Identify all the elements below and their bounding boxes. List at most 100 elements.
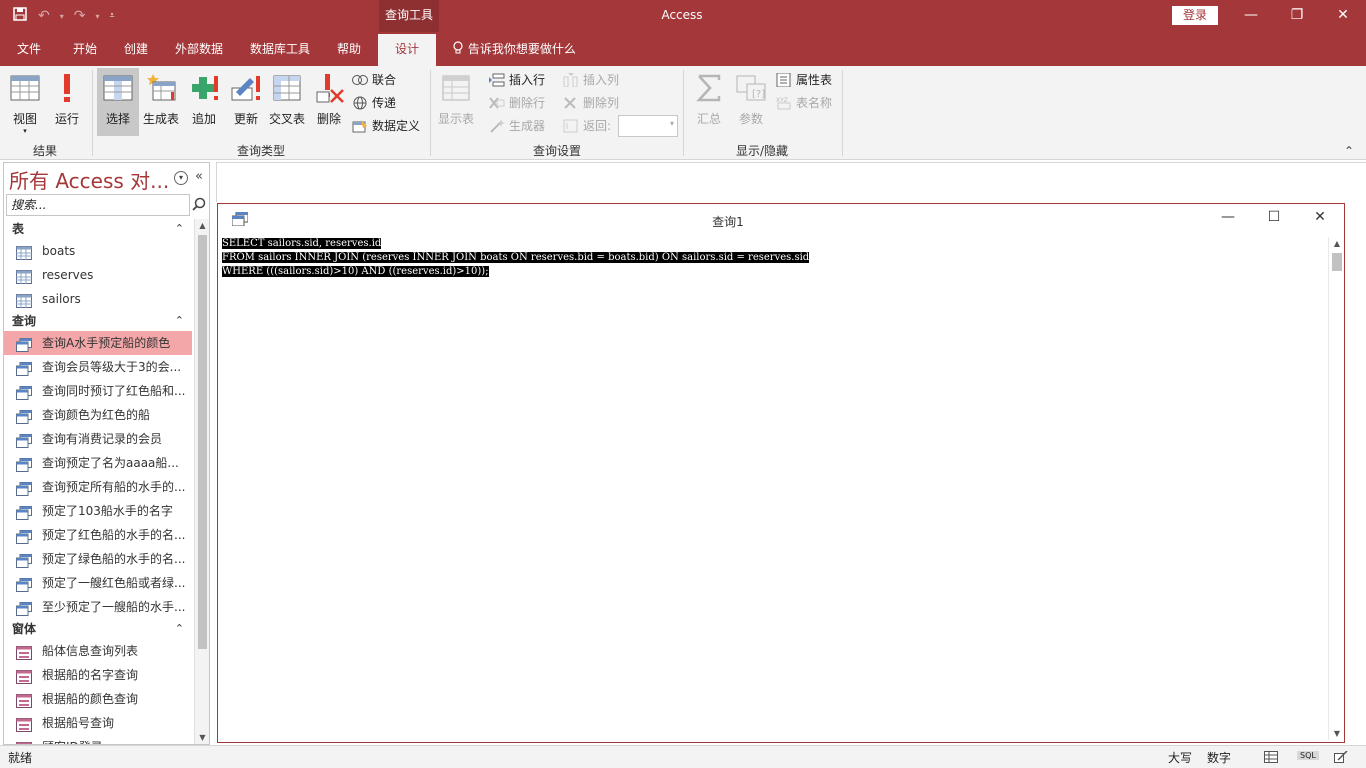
nav-group-header[interactable]: 窗体 ⌃ [4, 619, 194, 639]
select-query-button[interactable]: 选择 [97, 68, 139, 136]
append-query-button[interactable]: 追加 [183, 68, 225, 136]
data-definition-button[interactable]: 数据定义 [352, 116, 420, 136]
maximize-icon[interactable]: ☐ [1260, 209, 1288, 225]
nav-scrollbar[interactable]: ▲ ▼ [194, 219, 209, 744]
query-setup-group-label: 查询设置 [533, 144, 582, 158]
save-icon[interactable] [12, 6, 28, 26]
show-table-button[interactable]: 显示表 [434, 68, 478, 136]
redo-dropdown-icon[interactable]: ▾ [95, 12, 99, 21]
scroll-thumb[interactable] [1332, 253, 1342, 271]
shutter-bar-close-icon[interactable]: « [195, 169, 203, 184]
tell-me-search[interactable]: 告诉我你想要做什么 [452, 32, 576, 66]
tab-help[interactable]: 帮助 [326, 32, 372, 66]
nav-item[interactable]: 查询有消费记录的会员 [4, 427, 194, 451]
nav-item[interactable]: sailors [4, 287, 194, 311]
redo-icon[interactable]: ↷ [74, 8, 86, 24]
make-table-button[interactable]: 生成表 [139, 68, 183, 136]
crosstab-label: 交叉表 [268, 112, 305, 126]
nav-pane-title[interactable]: 所有 Access 对... [9, 165, 169, 194]
nav-item[interactable]: 船体信息查询列表 [4, 639, 194, 663]
table-names-button[interactable]: XYZ 表名称 [776, 93, 832, 113]
tab-database-tools[interactable]: 数据库工具 [240, 32, 320, 66]
view-label: 视图 [12, 112, 37, 126]
nav-search-input[interactable]: 搜索... [6, 194, 190, 216]
query-icon [16, 528, 32, 544]
nav-item[interactable]: 查询预定所有船的水手的... [4, 475, 194, 499]
table-icon [16, 244, 32, 260]
scroll-down-icon[interactable]: ▼ [1329, 729, 1345, 738]
nav-item[interactable]: 查询预定了名为aaaa船... [4, 451, 194, 475]
close-icon[interactable]: ✕ [1306, 209, 1334, 225]
property-sheet-button[interactable]: 属性表 [776, 70, 832, 90]
scroll-up-icon[interactable]: ▲ [195, 221, 210, 230]
nav-item[interactable]: 预定了103船水手的名字 [4, 499, 194, 523]
nav-group-header[interactable]: 表 ⌃ [4, 219, 194, 239]
datasheet-view-icon[interactable] [1264, 751, 1278, 763]
nav-menu-chevron-icon[interactable]: ▾ [174, 171, 188, 185]
nav-group-header[interactable]: 查询 ⌃ [4, 311, 194, 331]
nav-item[interactable]: 查询同时预订了红色船和... [4, 379, 194, 403]
collapse-chevron-icon[interactable]: ⌃ [175, 219, 184, 239]
nav-item-label: sailors [42, 292, 81, 306]
customize-qat-icon[interactable]: ⩡ [110, 11, 115, 21]
delete-query-button[interactable]: 删除 [308, 68, 350, 136]
collapse-chevron-icon[interactable]: ⌃ [175, 619, 184, 639]
nav-item[interactable]: reserves [4, 263, 194, 287]
tab-file[interactable]: 文件 [6, 32, 52, 66]
collapse-ribbon-icon[interactable]: ⌃ [1344, 144, 1354, 158]
nav-item[interactable]: boats [4, 239, 194, 263]
minimize-icon[interactable]: — [1214, 209, 1242, 225]
nav-item[interactable]: 查询会员等级大于3的会... [4, 355, 194, 379]
insert-rows-button[interactable]: 插入行 [489, 70, 545, 90]
return-combobox[interactable]: ▾ [618, 115, 678, 137]
insert-columns-button[interactable]: 插入列 [563, 70, 619, 90]
scroll-thumb[interactable] [198, 235, 207, 649]
sql-editor[interactable]: SELECT sailors.sid, reserves.id FROM sai… [222, 237, 1326, 737]
lightbulb-icon [452, 41, 468, 56]
query-window: 查询1 — ☐ ✕ SELECT sailors.sid, reserves.i… [217, 203, 1345, 743]
sql-scrollbar[interactable]: ▲ ▼ [1328, 237, 1344, 740]
nav-item[interactable]: 根据船号查询 [4, 711, 194, 735]
nav-item-label: 根据船的颜色查询 [42, 692, 139, 706]
scroll-down-icon[interactable]: ▼ [195, 733, 210, 742]
run-button[interactable]: 运行 [46, 68, 88, 136]
crosstab-query-button[interactable]: 交叉表 [265, 68, 309, 136]
nav-item[interactable]: 预定了一艘红色船或者绿... [4, 571, 194, 595]
nav-item[interactable]: 预定了绿色船的水手的名... [4, 547, 194, 571]
minimize-icon[interactable]: — [1228, 0, 1274, 32]
nav-item[interactable]: 根据船的颜色查询 [4, 687, 194, 711]
design-view-icon[interactable] [1334, 751, 1348, 763]
delete-columns-button[interactable]: 删除列 [563, 93, 619, 113]
undo-dropdown-icon[interactable]: ▾ [60, 12, 64, 21]
totals-button[interactable]: 汇总 [688, 68, 730, 136]
caps-lock-indicator: 大写 [1168, 751, 1193, 765]
undo-icon[interactable]: ↶ [38, 8, 50, 24]
run-label: 运行 [54, 112, 79, 126]
delete-rows-button[interactable]: 删除行 [489, 93, 545, 113]
nav-item[interactable]: 预定了红色船的水手的名... [4, 523, 194, 547]
collapse-chevron-icon[interactable]: ⌃ [175, 311, 184, 331]
nav-item[interactable]: 查询A水手预定船的颜色 [4, 331, 192, 355]
restore-icon[interactable]: ❐ [1274, 0, 1320, 32]
pass-through-button[interactable]: 传递 [352, 93, 396, 113]
search-icon[interactable] [192, 197, 206, 211]
union-query-button[interactable]: 联合 [352, 70, 396, 90]
nav-item[interactable]: 顾客ID登录 [4, 735, 194, 744]
update-query-button[interactable]: 更新 [225, 68, 267, 136]
nav-item[interactable]: 根据船的名字查询 [4, 663, 194, 687]
query-type-group-label: 查询类型 [237, 144, 286, 158]
nav-item[interactable]: 查询颜色为红色的船 [4, 403, 194, 427]
login-button[interactable]: 登录 [1172, 6, 1218, 25]
close-icon[interactable]: ✕ [1320, 0, 1366, 32]
tab-external-data[interactable]: 外部数据 [166, 32, 232, 66]
tab-create[interactable]: 创建 [112, 32, 160, 66]
sql-view-button[interactable]: SQL [1297, 751, 1319, 760]
tab-home[interactable]: 开始 [60, 32, 110, 66]
view-button[interactable]: 视图 ▾ [4, 68, 46, 136]
parameters-button[interactable]: [?] 参数 [730, 68, 772, 136]
nav-item-label: 查询预定所有船的水手的... [42, 480, 186, 494]
scroll-up-icon[interactable]: ▲ [1329, 239, 1345, 248]
builder-button[interactable]: 生成器 [489, 116, 545, 136]
tab-design[interactable]: 设计 [378, 34, 436, 66]
nav-item[interactable]: 至少预定了一艘船的水手... [4, 595, 194, 619]
